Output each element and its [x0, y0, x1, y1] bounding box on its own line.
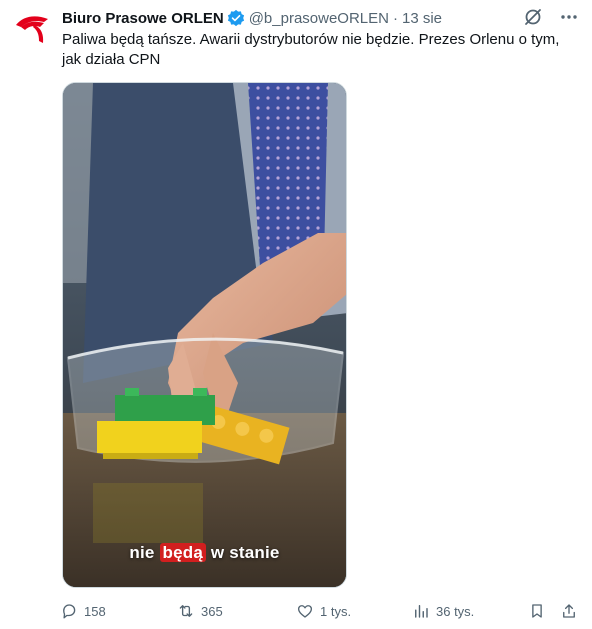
bookmark-icon: [532, 604, 542, 618]
video-player[interactable]: nie będą w stanie: [62, 82, 347, 588]
tweet[interactable]: Biuro Prasowe ORLEN @b_prasoweORLEN · 13…: [0, 0, 592, 629]
verified-badge-icon[interactable]: [227, 9, 245, 27]
like-button[interactable]: 1 tys.: [296, 600, 351, 622]
share-icon: [563, 604, 575, 618]
repost-button[interactable]: 365: [177, 600, 223, 622]
action-bar: 158 365 1 tys. 36 tys.: [60, 600, 580, 622]
separator-dot: ·: [393, 9, 398, 27]
handle[interactable]: @b_prasoweORLEN: [249, 10, 389, 27]
repost-count: 365: [201, 603, 223, 619]
reply-icon: [63, 604, 76, 619]
avatar[interactable]: [14, 10, 52, 48]
like-icon: [297, 605, 313, 618]
caption-highlight: będą: [159, 543, 206, 562]
bookmark-button[interactable]: [528, 600, 546, 622]
share-button[interactable]: [560, 600, 578, 622]
reply-button[interactable]: 158: [60, 600, 106, 622]
tweet-header: Biuro Prasowe ORLEN @b_prasoweORLEN · 13…: [62, 8, 580, 28]
views-icon: [415, 605, 428, 618]
reply-count: 158: [84, 603, 106, 619]
video-frame: [63, 83, 346, 587]
repost-icon: [179, 605, 193, 617]
header-actions: [522, 6, 580, 28]
tweet-date[interactable]: 13 sie: [402, 10, 442, 27]
views-button[interactable]: 36 tys.: [412, 600, 474, 622]
orlen-eagle-logo: [16, 16, 48, 43]
more-icon[interactable]: [558, 6, 580, 28]
video-caption: nie będą w stanie: [63, 543, 346, 563]
display-name[interactable]: Biuro Prasowe ORLEN: [62, 10, 224, 27]
caption-text-before: nie: [129, 543, 160, 562]
like-count: 1 tys.: [320, 603, 352, 619]
views-count: 36 tys.: [436, 603, 475, 619]
grok-icon[interactable]: [522, 6, 544, 28]
caption-text-after: w stanie: [205, 543, 280, 562]
tweet-text: Paliwa będą tańsze. Awarii dystrybutorów…: [62, 31, 560, 68]
